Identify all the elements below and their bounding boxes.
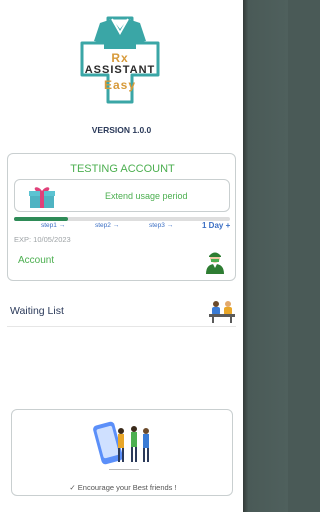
step-1-label: step1 → bbox=[41, 222, 66, 229]
usage-progress-fill bbox=[14, 217, 68, 221]
expiry-date: EXP: 10/05/2023 bbox=[14, 235, 71, 244]
version-label: VERSION 1.0.0 bbox=[91, 125, 152, 135]
account-type-title: TESTING ACCOUNT bbox=[70, 163, 175, 175]
logo-easy: Easy bbox=[103, 78, 137, 92]
waiting-list-label: Waiting List bbox=[10, 305, 64, 317]
logo-rx: Rx bbox=[111, 51, 129, 65]
step-2-label: step2 → bbox=[95, 222, 120, 229]
app-logo: Rx ASSISTANT Easy bbox=[78, 15, 162, 105]
friends-illustration bbox=[93, 421, 149, 470]
logo-assistant: ASSISTANT bbox=[84, 64, 156, 76]
doctor-avatar-icon[interactable] bbox=[204, 250, 226, 274]
navigation-drawer: Rx ASSISTANT Easy VERSION 1.0.0 TESTING … bbox=[0, 0, 243, 512]
gift-icon bbox=[29, 187, 55, 208]
usage-progress-bar bbox=[14, 217, 230, 221]
add-day-button[interactable]: 1 Day + bbox=[202, 221, 230, 230]
background-scrim[interactable] bbox=[243, 0, 288, 512]
invite-friends-label: ✓ Encourage your Best friends ! bbox=[69, 483, 177, 492]
step-3-label: step3 → bbox=[149, 222, 174, 229]
menu-item-waiting-list[interactable]: Waiting List bbox=[7, 297, 236, 327]
account-card: TESTING ACCOUNT Extend usage period step… bbox=[7, 153, 236, 281]
invite-friends-card[interactable]: ✓ Encourage your Best friends ! bbox=[11, 409, 233, 496]
extend-usage-button[interactable]: Extend usage period bbox=[14, 179, 230, 212]
account-link[interactable]: Account bbox=[18, 255, 54, 266]
extend-usage-label: Extend usage period bbox=[105, 191, 188, 201]
waiting-people-icon bbox=[209, 301, 235, 323]
